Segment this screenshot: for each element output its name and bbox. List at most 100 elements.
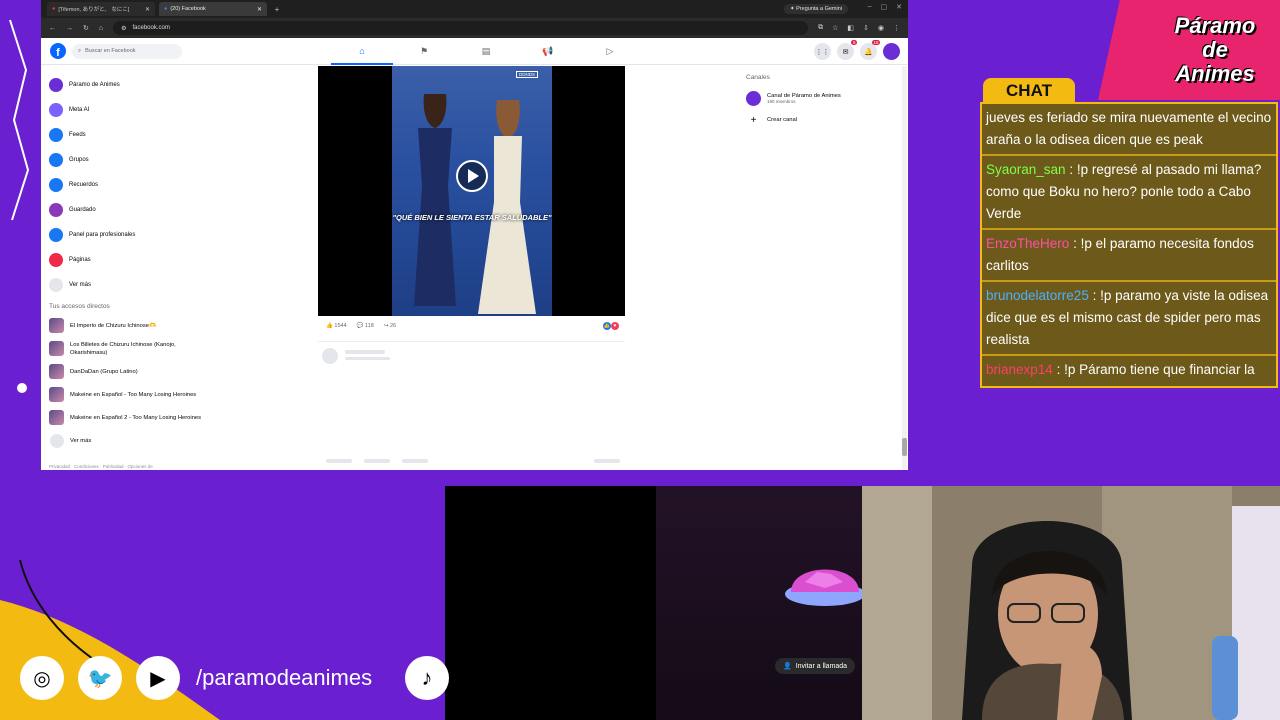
- chat-box: jueves es feriado se mira nuevamente el …: [980, 102, 1278, 388]
- scrollbar-thumb[interactable]: [902, 438, 907, 456]
- sidebar-item[interactable]: Meta AI: [41, 97, 301, 122]
- shortcut-item[interactable]: Ver más: [41, 429, 301, 452]
- group-thumbnail: [49, 318, 64, 333]
- video-post[interactable]: DDNDS "QUÉ BIEN LE SIENTA ESTAR SALUDABL…: [318, 66, 625, 316]
- video-tab-icon[interactable]: ▷: [579, 38, 641, 65]
- facebook-right-column: Canales Canal de Páramo de Animes 190 mi…: [746, 74, 896, 131]
- person-figure: [414, 94, 456, 306]
- sidebar-item[interactable]: Panel para profesionales: [41, 222, 301, 247]
- saved-icon: [49, 202, 63, 217]
- gemini-button[interactable]: ✦ Pregunta a Gemini: [784, 4, 848, 14]
- facebook-search[interactable]: ⌕ Buscar en Facebook: [72, 43, 182, 59]
- facebook-nav: ⌂ ⚑ ▤ 📢 ▷: [331, 38, 641, 65]
- person-figure: [478, 100, 536, 314]
- create-channel-button[interactable]: + Crear canal: [746, 109, 896, 131]
- sidebar-item[interactable]: Grupos: [41, 147, 301, 172]
- downloads-icon[interactable]: ⇩: [863, 24, 869, 32]
- profile-icon[interactable]: ◉: [878, 24, 884, 32]
- messenger-icon[interactable]: ✉ 5: [837, 40, 857, 60]
- minimize-icon[interactable]: –: [868, 3, 872, 11]
- shortcut-item[interactable]: DanDaDan (Grupo Latino): [41, 360, 301, 383]
- shares-count: 26: [389, 323, 397, 329]
- forward-icon[interactable]: →: [66, 25, 73, 32]
- maximize-icon[interactable]: ▢: [881, 3, 888, 11]
- turtle-shell-icon: [785, 569, 863, 606]
- facebook-logo[interactable]: f: [50, 43, 66, 59]
- shortcut-item[interactable]: Makeine en Español 2 - Too Many Losing H…: [41, 406, 301, 429]
- video-caption: "QUÉ BIEN LE SIENTA ESTAR SALUDABLE": [392, 213, 552, 222]
- notifications-badge: 15: [871, 40, 880, 45]
- facebook-right-actions: ⋮⋮ ✉ 5 🔔 15: [814, 40, 900, 60]
- facebook-footer: Privacidad · Condiciones · Publicidad · …: [49, 464, 153, 469]
- brand-line-3: Animes: [1175, 61, 1255, 86]
- close-window-icon[interactable]: ✕: [896, 3, 902, 11]
- share-button[interactable]: ↪ 26: [384, 323, 396, 329]
- tab-facebook[interactable]: ● (20) Facebook ✕: [159, 2, 267, 16]
- sidebar-item[interactable]: Páramo de Animes: [41, 72, 301, 97]
- groups-icon: [49, 152, 63, 167]
- facebook-icon: ●: [164, 6, 168, 12]
- sidebar-item[interactable]: Ver más: [41, 272, 301, 297]
- channel-item[interactable]: Canal de Páramo de Animes 190 miembros: [746, 87, 896, 109]
- install-icon[interactable]: ⧉: [818, 24, 823, 32]
- scrollbar[interactable]: [902, 66, 907, 470]
- brand-logo: Páramo de Animes: [1152, 14, 1278, 94]
- facebook-left-menu: Páramo de Animes Meta AI Feeds Grupos Recuer…: [41, 72, 301, 452]
- close-tab-icon[interactable]: ✕: [257, 6, 262, 13]
- tab-bar: ● [Tifemon, ありがと、 なにこ] ✕ ● (20) Facebook…: [41, 0, 908, 18]
- shortcut-item[interactable]: Los Billetes de Chizuru Ichinose (Kanojo…: [41, 337, 301, 360]
- pages-tab-icon[interactable]: ⚑: [393, 38, 455, 65]
- like-button[interactable]: 👍 1544: [326, 323, 347, 329]
- marketplace-tab-icon[interactable]: ▤: [455, 38, 517, 65]
- ads-tab-icon[interactable]: 📢: [517, 38, 579, 65]
- home-icon[interactable]: ⌂: [99, 25, 103, 32]
- play-icon[interactable]: [456, 160, 488, 192]
- group-thumbnail: [49, 341, 64, 356]
- site-info-icon[interactable]: ⚙: [121, 25, 126, 32]
- profile-avatar-icon: [49, 77, 63, 92]
- sidebar-item[interactable]: Feeds: [41, 122, 301, 147]
- account-avatar[interactable]: [883, 43, 900, 60]
- bookmark-star-icon[interactable]: ☆: [832, 24, 838, 32]
- shortcut-item[interactable]: Makeine en Español - Too Many Losing Her…: [41, 383, 301, 406]
- chat-text: jueves es feriado se mira nuevamente el …: [986, 110, 1272, 147]
- sidebar-item-label: Feeds: [69, 131, 86, 138]
- url-field[interactable]: ⚙ facebook.com: [113, 21, 809, 35]
- sidebar-item-label: Guardado: [69, 206, 96, 213]
- pages-flag-icon: [49, 252, 63, 267]
- reaction-icons[interactable]: 👍 ♥: [603, 322, 619, 330]
- shortcut-item[interactable]: El Imperio de Chizuru Ichinose🫶: [41, 314, 301, 337]
- home-tab-icon[interactable]: ⌂: [331, 38, 393, 65]
- back-icon[interactable]: ←: [49, 25, 56, 32]
- comment-button[interactable]: 💬 118: [357, 323, 374, 329]
- new-tab-button[interactable]: +: [271, 5, 283, 14]
- sidebar-item[interactable]: Páginas: [41, 247, 301, 272]
- tiktok-icon: ♪: [405, 656, 449, 700]
- shortcut-label: El Imperio de Chizuru Ichinose🫶: [70, 322, 157, 329]
- sidebar-item[interactable]: Guardado: [41, 197, 301, 222]
- messenger-badge: 5: [851, 40, 857, 45]
- extension-icon[interactable]: ◧: [847, 24, 854, 32]
- apps-menu-icon[interactable]: ⋮⋮: [814, 43, 831, 60]
- likes-count: 1544: [334, 323, 347, 329]
- brand-line-2: de: [1202, 37, 1228, 62]
- invite-call-button[interactable]: 👤 Invitar a llamada: [775, 658, 856, 674]
- skeleton-line: [345, 357, 390, 360]
- menu-icon[interactable]: ⋮: [893, 24, 900, 32]
- notifications-icon[interactable]: 🔔 15: [860, 40, 880, 60]
- shortcut-label: DanDaDan (Grupo Latino): [70, 368, 138, 375]
- post-reactions-bar: 👍 1544 💬 118 ↪ 26 👍 ♥: [318, 318, 625, 334]
- sidebar-item[interactable]: Recuerdos: [41, 172, 301, 197]
- facebook-topbar: f ⌕ Buscar en Facebook ⌂ ⚑ ▤ 📢 ▷ ⋮⋮ ✉ 5 🔔…: [41, 38, 908, 65]
- call-window: 👤 Invitar a llamada: [445, 486, 863, 720]
- sidebar-item-label: Ver más: [69, 281, 92, 288]
- chat-username: brunodelatorre25: [986, 288, 1089, 303]
- reload-icon[interactable]: ↻: [83, 24, 89, 32]
- close-tab-icon[interactable]: ✕: [145, 6, 150, 13]
- memories-icon: [49, 177, 63, 192]
- tab-youtube[interactable]: ● [Tifemon, ありがと、 なにこ] ✕: [47, 2, 155, 16]
- dashboard-icon: [49, 227, 63, 242]
- sidebar-item-label: Páginas: [69, 256, 91, 263]
- like-reaction-icon: 👍: [603, 322, 611, 330]
- chat-username: Syaoran_san: [986, 162, 1066, 177]
